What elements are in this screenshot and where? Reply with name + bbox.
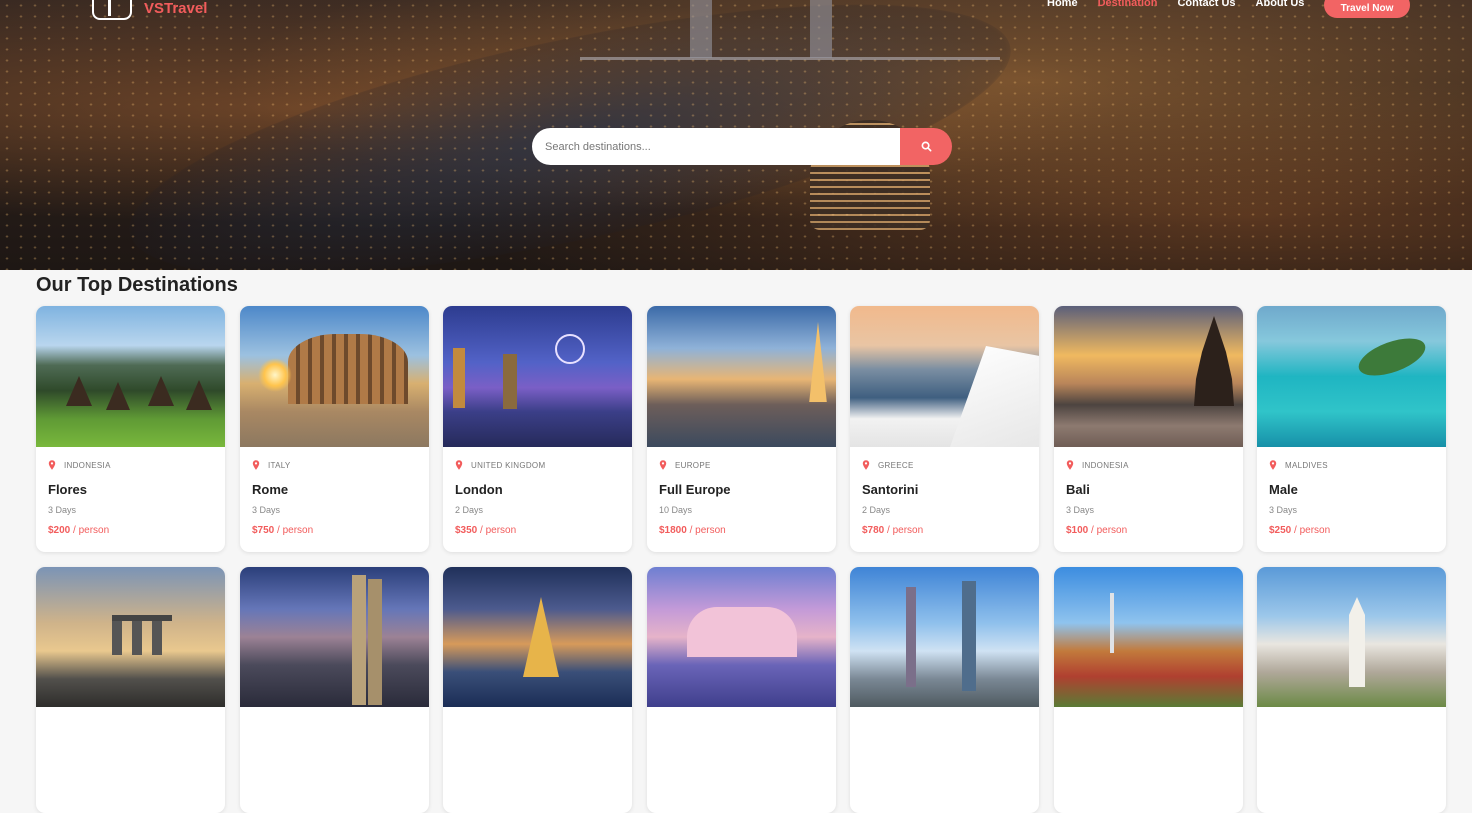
destination-card[interactable] [647, 567, 836, 813]
card-country-label: GREECE [878, 460, 914, 470]
card-city: Flores [48, 482, 88, 497]
card-duration: 3 Days [252, 505, 281, 515]
card-duration: 2 Days [862, 505, 891, 515]
nav-link-about[interactable]: About Us [1256, 0, 1305, 9]
destination-card[interactable] [850, 567, 1039, 813]
price-unit: / person [887, 525, 924, 536]
destination-image [647, 306, 836, 447]
card-city: Male [1269, 482, 1298, 497]
card-duration: 3 Days [48, 505, 77, 515]
search-button[interactable] [900, 128, 952, 165]
destination-image [1257, 567, 1446, 707]
destination-image [36, 567, 225, 707]
card-country-label: MALDIVES [1285, 460, 1328, 470]
destination-image [1054, 567, 1243, 707]
card-country: UNITED KINGDOM [455, 458, 620, 472]
location-pin-icon [1066, 460, 1074, 470]
location-pin-icon [252, 460, 260, 470]
destination-card[interactable] [1257, 567, 1446, 813]
price-amount: $750 [252, 525, 275, 536]
destination-image [36, 306, 225, 447]
logo-icon [92, 0, 132, 20]
destination-image [240, 306, 429, 447]
card-city: Bali [1066, 482, 1090, 497]
price-unit: / person [480, 525, 517, 536]
search-bar [532, 128, 952, 165]
price-amount: $350 [455, 525, 478, 536]
destination-card[interactable]: MALDIVES Male 3 Days $250 / person [1257, 306, 1446, 552]
card-price: $350 / person [455, 525, 620, 536]
destination-card[interactable]: EUROPE Full Europe 10 Days $1800 / perso… [647, 306, 836, 552]
card-country: INDONESIA [48, 458, 213, 472]
card-price: $250 / person [1269, 525, 1434, 536]
destination-card[interactable]: GREECE Santorini 2 Days $780 / person [850, 306, 1039, 552]
price-amount: $250 [1269, 525, 1292, 536]
price-amount: $200 [48, 525, 71, 536]
destination-image [443, 567, 632, 707]
card-duration: 2 Days [455, 505, 484, 515]
nav-link-home[interactable]: Home [1047, 0, 1078, 9]
destination-image [240, 567, 429, 707]
destination-card[interactable]: INDONESIA Flores 3 Days $200 / person [36, 306, 225, 552]
price-amount: $1800 [659, 525, 687, 536]
location-pin-icon [48, 460, 56, 470]
location-pin-icon [455, 460, 463, 470]
card-country-label: INDONESIA [1082, 460, 1129, 470]
location-pin-icon [862, 460, 870, 470]
card-city: London [455, 482, 503, 497]
card-duration: 3 Days [1066, 505, 1095, 515]
card-city: Full Europe [659, 482, 731, 497]
search-input[interactable] [532, 128, 900, 165]
card-country: GREECE [862, 458, 1027, 472]
price-unit: / person [1091, 525, 1128, 536]
nav-link-contact[interactable]: Contact Us [1177, 0, 1235, 9]
card-price: $200 / person [48, 525, 213, 536]
card-country-label: EUROPE [675, 460, 711, 470]
nav-link-destination[interactable]: Destination [1098, 0, 1158, 9]
destination-card[interactable] [240, 567, 429, 813]
section-title: Our Top Destinations [36, 274, 238, 296]
brand-name: VSTravel [144, 0, 208, 17]
destination-image [850, 306, 1039, 447]
brand-logo[interactable]: VSTravel [92, 0, 207, 20]
destination-image [443, 306, 632, 447]
price-unit: / person [689, 525, 726, 536]
card-price: $1800 / person [659, 525, 824, 536]
destination-image [1257, 306, 1446, 447]
destination-card[interactable] [1054, 567, 1243, 813]
price-amount: $780 [862, 525, 885, 536]
card-country: INDONESIA [1066, 458, 1231, 472]
destination-card[interactable] [443, 567, 632, 813]
search-icon [921, 141, 931, 152]
price-unit: / person [277, 525, 314, 536]
destination-image [647, 567, 836, 707]
destination-card[interactable]: INDONESIA Bali 3 Days $100 / person [1054, 306, 1243, 552]
card-country: MALDIVES [1269, 458, 1434, 472]
card-price: $100 / person [1066, 525, 1231, 536]
card-price: $780 / person [862, 525, 1027, 536]
location-pin-icon [659, 460, 667, 470]
card-city: Santorini [862, 482, 919, 497]
top-navbar: VSTravel Home Destination Contact Us Abo… [0, 0, 1472, 20]
card-country-label: UNITED KINGDOM [471, 460, 546, 470]
destination-image [850, 567, 1039, 707]
destination-image [1054, 306, 1243, 447]
destination-card[interactable]: UNITED KINGDOM London 2 Days $350 / pers… [443, 306, 632, 552]
card-country: EUROPE [659, 458, 824, 472]
card-city: Rome [252, 482, 289, 497]
card-country: ITALY [252, 458, 417, 472]
card-duration: 3 Days [1269, 505, 1298, 515]
price-unit: / person [1294, 525, 1331, 536]
card-country-label: ITALY [268, 460, 291, 470]
price-unit: / person [73, 525, 110, 536]
location-pin-icon [1269, 460, 1277, 470]
destination-card[interactable] [36, 567, 225, 813]
price-amount: $100 [1066, 525, 1089, 536]
card-duration: 10 Days [659, 505, 693, 515]
card-price: $750 / person [252, 525, 417, 536]
destination-card[interactable]: ITALY Rome 3 Days $750 / person [240, 306, 429, 552]
travel-now-button[interactable]: Travel Now [1324, 0, 1410, 18]
card-country-label: INDONESIA [64, 460, 111, 470]
nav-links: Home Destination Contact Us About Us [1047, 0, 1304, 9]
